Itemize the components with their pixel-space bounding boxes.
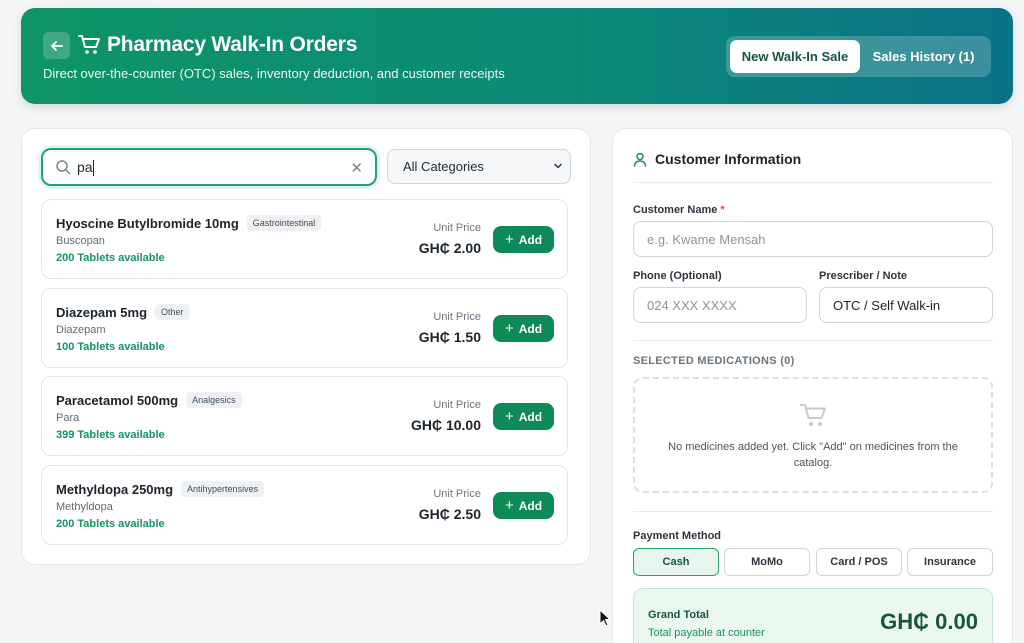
product-brand: Para (56, 412, 80, 424)
customer-name-label: Customer Name * (633, 204, 725, 216)
plus-icon: + (504, 408, 514, 425)
product-name: Diazepam 5mg Other (56, 304, 190, 320)
category-badge: Analgesics (186, 392, 242, 408)
product-card: Hyoscine Butylbromide 10mg Gastrointestin… (41, 199, 568, 279)
product-name: Hyoscine Butylbromide 10mg Gastrointestin… (56, 215, 322, 231)
mouse-cursor-icon (599, 609, 611, 627)
product-brand: Buscopan (56, 235, 105, 247)
selected-medications-label: SELECTED MEDICATIONS (0) (633, 355, 795, 367)
required-mark: * (720, 204, 725, 216)
plus-icon: + (504, 231, 514, 248)
back-button[interactable] (43, 32, 70, 59)
selected-medications-empty: No medicines added yet. Click "Add" on m… (633, 377, 993, 493)
unit-price-label: Unit Price (433, 311, 481, 323)
empty-state-text: No medicines added yet. Click "Add" on m… (668, 441, 958, 469)
add-button[interactable]: + Add (493, 403, 554, 430)
stock-status: 200 Tablets available (56, 252, 165, 264)
product-name: Paracetamol 500mg Analgesics (56, 392, 242, 408)
page-subtitle: Direct over-the-counter (OTC) sales, inv… (43, 66, 505, 81)
payment-method-label: Payment Method (633, 530, 722, 542)
unit-price-label: Unit Price (433, 222, 481, 234)
add-button[interactable]: + Add (493, 226, 554, 253)
payment-card-pos-button[interactable]: Card / POS (816, 548, 902, 576)
add-button[interactable]: + Add (493, 492, 554, 519)
payment-cash-button[interactable]: Cash (633, 548, 719, 576)
shopping-cart-icon (78, 35, 100, 54)
customer-info-header: Customer Information (633, 151, 801, 167)
grand-total-subtext: Total payable at counter (648, 627, 765, 639)
search-value: pa (77, 159, 93, 175)
shopping-cart-icon (800, 404, 826, 426)
divider (633, 511, 993, 512)
chevron-down-icon (554, 163, 562, 169)
prescriber-label: Prescriber / Note (819, 270, 908, 282)
user-icon (633, 152, 647, 167)
customer-panel: Customer Information Customer Name * e.g… (612, 128, 1013, 643)
category-select-value: All Categories (403, 159, 484, 174)
page-header: Pharmacy Walk-In Orders Direct over-the-… (21, 8, 1013, 104)
category-badge: Gastrointestinal (246, 215, 322, 231)
unit-price: GH₵ 2.50 (418, 506, 481, 522)
unit-price-label: Unit Price (433, 399, 481, 411)
category-badge: Antihypertensives (181, 481, 265, 497)
grand-total-value: GH₵ 0.00 (880, 609, 978, 634)
phone-input[interactable]: 024 XXX XXXX (633, 287, 807, 323)
payment-momo-button[interactable]: MoMo (724, 548, 810, 576)
stock-status: 100 Tablets available (56, 341, 165, 353)
customer-info-title: Customer Information (655, 151, 802, 167)
stock-status: 200 Tablets available (56, 518, 165, 530)
unit-price: GH₵ 10.00 (410, 417, 481, 433)
page-title: Pharmacy Walk-In Orders (107, 33, 358, 56)
product-card: Diazepam 5mg Other Diazepam 100 Tablets a… (41, 288, 568, 368)
plus-icon: + (504, 320, 514, 337)
tab-sales-history[interactable]: Sales History (1) (860, 40, 987, 73)
unit-price-label: Unit Price (433, 488, 481, 500)
medicine-catalog-panel: pa ✕ All Categories Hyoscine Butylbromid… (21, 128, 591, 565)
close-icon[interactable]: ✕ (350, 159, 363, 177)
product-brand: Diazepam (56, 324, 106, 336)
tab-new-walk-in-sale[interactable]: New Walk-In Sale (730, 40, 860, 73)
add-button[interactable]: + Add (493, 315, 554, 342)
unit-price: GH₵ 2.00 (418, 240, 481, 256)
grand-total-box: Grand Total Total payable at counter GH₵… (633, 588, 993, 643)
product-name: Methyldopa 250mg Antihypertensives (56, 481, 265, 497)
product-brand: Methyldopa (56, 501, 113, 513)
search-box[interactable]: pa ✕ (41, 148, 377, 186)
search-input[interactable]: pa (77, 159, 94, 177)
category-select[interactable]: All Categories (387, 149, 571, 184)
search-icon (56, 160, 71, 175)
grand-total-label: Grand Total (648, 609, 709, 621)
phone-label: Phone (Optional) (633, 270, 722, 282)
product-card: Paracetamol 500mg Analgesics Para 399 Tab… (41, 376, 568, 456)
divider (633, 340, 993, 341)
arrow-left-icon (50, 40, 63, 51)
unit-price: GH₵ 1.50 (418, 329, 481, 345)
product-card: Methyldopa 250mg Antihypertensives Methyl… (41, 465, 568, 545)
stock-status: 399 Tablets available (56, 429, 165, 441)
category-badge: Other (155, 304, 190, 320)
customer-name-input[interactable]: e.g. Kwame Mensah (633, 221, 993, 257)
view-tabs: New Walk-In Sale Sales History (1) (726, 36, 991, 77)
prescriber-input[interactable]: OTC / Self Walk-in (819, 287, 993, 323)
plus-icon: + (504, 497, 514, 514)
divider (633, 182, 993, 183)
payment-insurance-button[interactable]: Insurance (907, 548, 993, 576)
